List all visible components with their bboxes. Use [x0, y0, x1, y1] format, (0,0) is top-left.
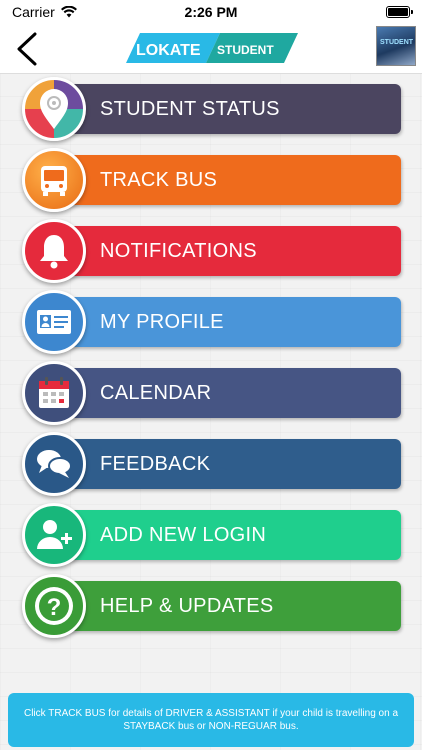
menu-label: MY PROFILE: [100, 311, 224, 333]
menu-label: NOTIFICATIONS: [100, 240, 257, 262]
carrier-group: Carrier: [12, 4, 77, 20]
school-image[interactable]: STUDENT: [376, 26, 416, 66]
menu-label: ADD NEW LOGIN: [100, 524, 267, 546]
menu-item-feedback[interactable]: FEEDBACK: [22, 432, 401, 496]
info-banner: Click TRACK BUS for details of DRIVER & …: [8, 693, 414, 747]
battery-icon: [386, 6, 413, 18]
bell-icon: [22, 219, 86, 283]
chevron-left-icon: [17, 32, 37, 66]
menu-label: CALENDAR: [100, 382, 212, 404]
menu-item-help-updates[interactable]: ? HELP & UPDATES: [22, 574, 401, 638]
menu-label: STUDENT STATUS: [100, 98, 280, 120]
bus-icon: [22, 148, 86, 212]
chat-bubbles-icon: [22, 432, 86, 496]
status-bar: Carrier 2:26 PM: [0, 0, 422, 24]
location-pin-icon: [22, 77, 86, 141]
add-user-icon: [22, 503, 86, 567]
id-card-icon: [22, 290, 86, 354]
menu-item-track-bus[interactable]: TRACK BUS: [22, 148, 401, 212]
info-message: Click TRACK BUS for details of DRIVER & …: [23, 708, 399, 732]
menu-item-add-new-login[interactable]: ADD NEW LOGIN: [22, 503, 401, 567]
back-button[interactable]: [10, 30, 44, 68]
menu-label: TRACK BUS: [100, 169, 218, 191]
carrier-label: Carrier: [12, 4, 55, 20]
question-icon: ?: [22, 574, 86, 638]
menu-item-notifications[interactable]: NOTIFICATIONS: [22, 219, 401, 283]
school-image-text: STUDENT: [380, 39, 414, 46]
nav-bar: LOKATE STUDENT STUDENT: [0, 24, 422, 74]
menu-item-calendar[interactable]: CALENDAR: [22, 361, 401, 425]
logo-left-text: LOKATE: [136, 42, 201, 59]
svg-text:?: ?: [47, 594, 62, 621]
menu-label: HELP & UPDATES: [100, 595, 274, 617]
menu-item-my-profile[interactable]: MY PROFILE: [22, 290, 401, 354]
app-logo: LOKATE STUDENT: [126, 33, 298, 63]
menu-item-student-status[interactable]: STUDENT STATUS: [22, 77, 401, 141]
menu-label: FEEDBACK: [100, 453, 211, 475]
logo-right-text: STUDENT: [217, 43, 274, 57]
wifi-icon: [60, 6, 77, 18]
calendar-icon: [22, 361, 86, 425]
